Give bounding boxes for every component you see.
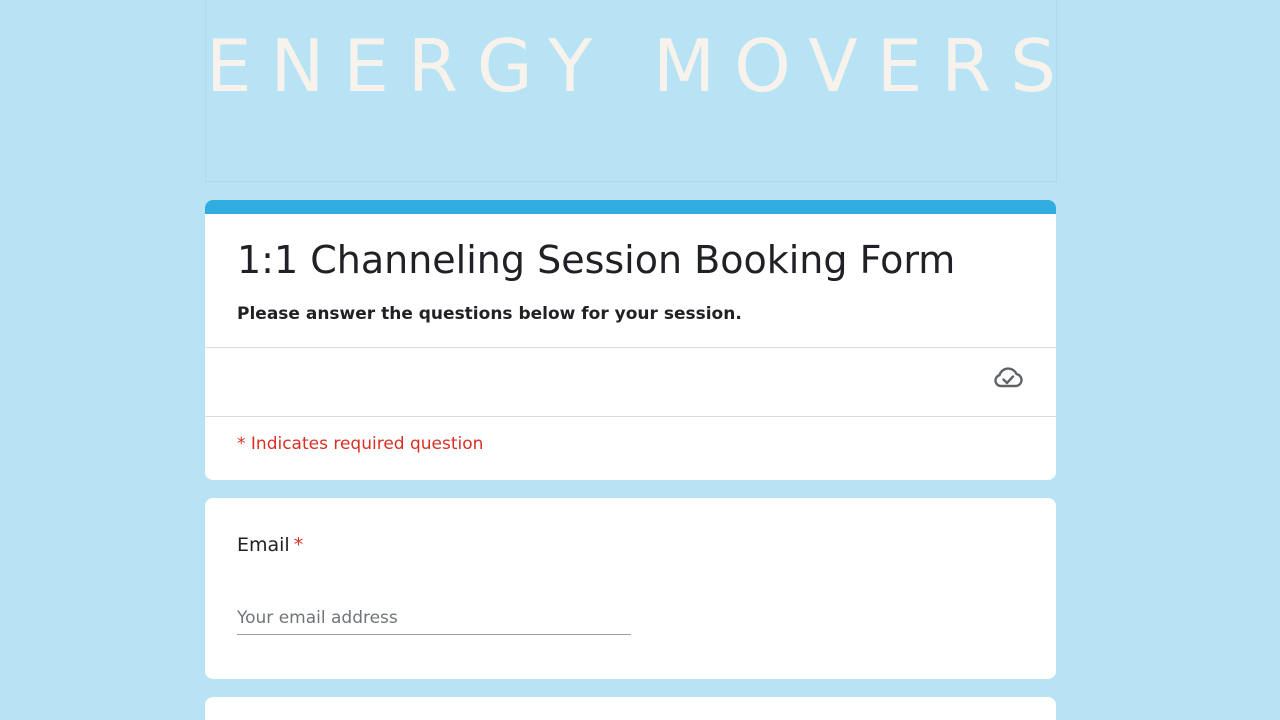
form-title: 1:1 Channeling Session Booking Form [237,238,956,282]
next-question-card [205,697,1056,720]
header-banner: ENERGY MOVERS [205,0,1057,182]
form-title-card: 1:1 Channeling Session Booking Form Plea… [205,200,1056,480]
form-description: Please answer the questions below for yo… [237,304,742,324]
divider [205,347,1056,348]
required-question-note: * Indicates required question [237,434,484,454]
question-label: Email * [237,534,303,556]
question-card-email: Email * [205,498,1056,679]
question-label-text: Email [237,534,290,556]
email-input[interactable] [237,602,631,635]
required-asterisk: * [293,534,304,556]
title-accent-bar [205,200,1056,214]
divider [205,416,1056,417]
cloud-check-icon[interactable] [992,365,1024,389]
header-banner-text: ENERGY MOVERS [206,24,1075,108]
form-page: ENERGY MOVERS 1:1 Channeling Session Boo… [0,0,1280,720]
